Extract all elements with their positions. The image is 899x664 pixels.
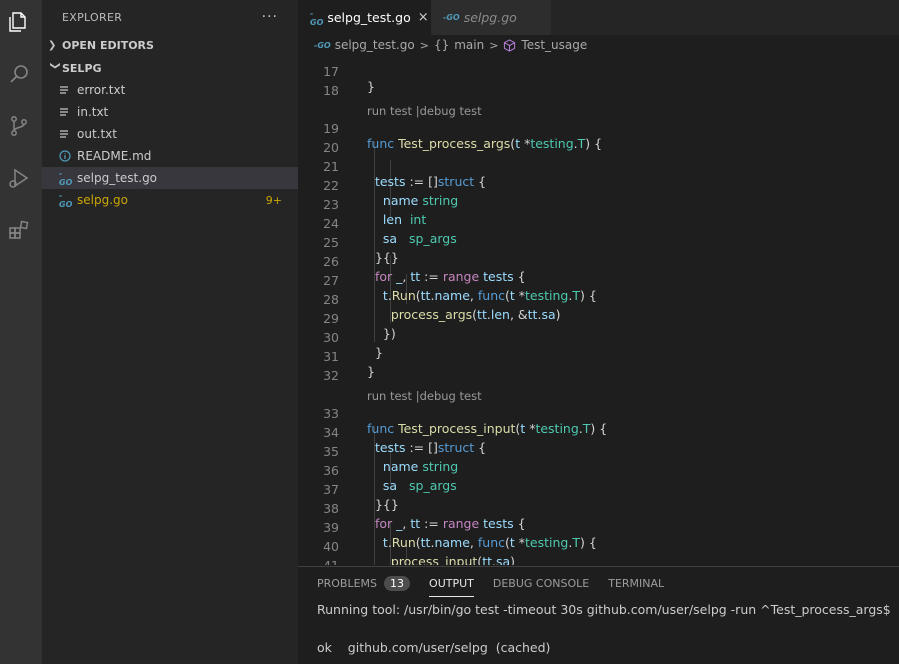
source-control-icon[interactable]	[5, 112, 33, 140]
file-name: selpg.go	[77, 193, 128, 207]
tab-label: OUTPUT	[429, 576, 474, 590]
file-name: out.txt	[77, 127, 117, 141]
problems-count-badge: 13	[384, 575, 411, 591]
tab-selpg-test-go[interactable]: -GO selpg_test.go ×	[298, 0, 431, 35]
go-file-icon: -GO	[59, 169, 73, 187]
code-line: 32	[298, 353, 899, 383]
code-line: 34 tests := []struct {	[298, 410, 899, 455]
text-file-icon	[59, 107, 75, 117]
explorer-title: EXPLORER	[62, 10, 123, 24]
file-item-readme[interactable]: README.md	[42, 145, 298, 167]
file-item-selpg-go[interactable]: -GO selpg.go 9+	[42, 189, 298, 211]
code-line: 39 t.Run(tt.name, func(t *testing.T) {	[298, 505, 899, 550]
output-line: ok github.com/user/selpg (cached)	[317, 640, 551, 655]
folder-label: SELPG	[62, 61, 102, 75]
text-file-icon	[59, 85, 75, 95]
breadcrumb-file[interactable]: selpg_test.go	[335, 38, 415, 52]
explorer-icon[interactable]	[5, 8, 33, 36]
file-item-selpg-test-go[interactable]: -GO selpg_test.go	[42, 167, 298, 189]
search-icon[interactable]	[5, 60, 33, 88]
line-number: 41	[298, 558, 339, 565]
chevron-right-icon: ❯	[48, 39, 57, 51]
code-line: 18	[298, 68, 899, 98]
code-line: 24 sa sp_args	[298, 201, 899, 246]
open-editors-label: OPEN EDITORS	[62, 38, 154, 52]
problems-badge: 9+	[265, 193, 282, 207]
go-file-icon: -GO	[310, 8, 324, 27]
explorer-sidebar: EXPLORER ··· ❯ OPEN EDITORS ❯ SELPG erro…	[42, 0, 298, 664]
code-line: 37 }{}	[298, 467, 899, 512]
run-debug-icon[interactable]	[5, 164, 33, 192]
tab-selpg-go[interactable]: -GO selpg.go	[431, 0, 551, 35]
code-line: 41 })	[298, 543, 899, 565]
tab-label: DEBUG CONSOLE	[492, 576, 590, 590]
bottom-panel: PROBLEMS 13 OUTPUT DEBUG CONSOLE TERMINA…	[298, 566, 899, 664]
go-file-icon: -GO	[59, 191, 73, 209]
tab-output[interactable]: OUTPUT	[429, 567, 474, 599]
activity-bar	[0, 0, 42, 664]
code-line: 31 }	[298, 334, 899, 379]
extensions-icon[interactable]	[5, 216, 33, 244]
tab-label: TERMINAL	[608, 576, 665, 590]
code-line: 17 }	[298, 55, 899, 94]
file-name: in.txt	[77, 105, 109, 119]
tab-problems[interactable]: PROBLEMS 13	[317, 567, 411, 599]
breadcrumb-symbol[interactable]: Test_usage	[521, 38, 587, 52]
file-name: README.md	[77, 149, 152, 163]
tab-label: PROBLEMS	[317, 576, 378, 590]
code-line: 23 len int	[298, 182, 899, 227]
go-file-icon: -GO	[443, 13, 460, 22]
code-line: 33 func Test_process_input(t *testing.T)…	[298, 391, 899, 436]
code-line: 29 })	[298, 296, 899, 341]
code-line: 38 for _, tt := range tests {	[298, 486, 899, 531]
chevron-right-icon: >	[489, 38, 499, 52]
tab-terminal[interactable]: TERMINAL	[608, 567, 664, 599]
file-item-out-txt[interactable]: out.txt	[42, 123, 298, 145]
chevron-right-icon: >	[419, 38, 429, 52]
go-file-icon: -GO	[314, 40, 331, 50]
code-line: 40 process_input(tt.sa)	[298, 524, 899, 565]
code-line: 19 func Test_process_args(t *testing.T) …	[298, 106, 899, 151]
breadcrumb-scope[interactable]: main	[454, 38, 484, 52]
tab-debug-console[interactable]: DEBUG CONSOLE	[493, 567, 589, 599]
function-cube-icon	[503, 38, 516, 52]
namespace-icon: {}	[433, 38, 450, 52]
breadcrumb: -GO selpg_test.go > {} main > Test_usage	[298, 35, 899, 55]
file-name: selpg_test.go	[77, 171, 158, 185]
editor-tabs: -GO selpg_test.go × -GO selpg.go	[298, 0, 899, 35]
code-line: 25 }{}	[298, 220, 899, 265]
code-line: 21 tests := []struct {	[298, 144, 899, 189]
code-line: 28 process_args(tt.len, &tt.sa)	[298, 277, 899, 322]
open-editors-section[interactable]: ❯ OPEN EDITORS	[42, 34, 298, 56]
info-icon	[59, 150, 75, 162]
close-icon[interactable]: ×	[418, 10, 429, 25]
file-item-in-txt[interactable]: in.txt	[42, 101, 298, 123]
tab-label: selpg_test.go	[327, 10, 411, 25]
tab-label: selpg.go	[463, 10, 517, 25]
explorer-header: EXPLORER ···	[42, 0, 298, 34]
code-line: 30 }	[298, 315, 899, 360]
code-line: 20	[298, 125, 899, 155]
text-file-icon	[59, 129, 75, 139]
code-line: 22 name string	[298, 163, 899, 208]
chevron-down-icon: ❯	[49, 61, 61, 70]
file-name: error.txt	[77, 83, 126, 97]
code-line: 26 for _, tt := range tests {	[298, 239, 899, 284]
code-line: 27 t.Run(tt.name, func(t *testing.T) {	[298, 258, 899, 303]
code-editor[interactable]: 17 } 18 run test |debug test 19 func Tes…	[298, 55, 899, 565]
folder-section[interactable]: ❯ SELPG	[42, 57, 298, 79]
code-line: 35 name string	[298, 429, 899, 474]
panel-tabs: PROBLEMS 13 OUTPUT DEBUG CONSOLE TERMINA…	[298, 567, 899, 599]
more-actions-icon[interactable]: ···	[262, 9, 278, 25]
output-line: Running tool: /usr/bin/go test -timeout …	[317, 602, 891, 617]
file-item-error-txt[interactable]: error.txt	[42, 79, 298, 101]
code-line: 36 sa sp_args	[298, 448, 899, 493]
